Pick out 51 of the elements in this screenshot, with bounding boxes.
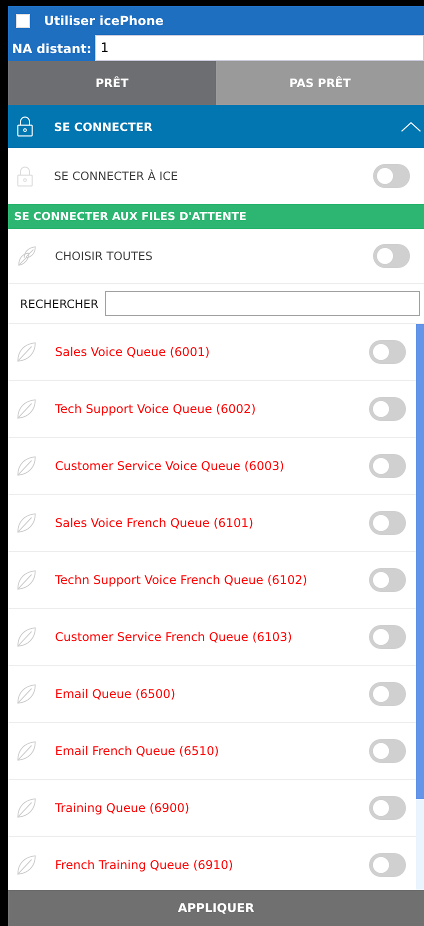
toggle-switch[interactable] <box>369 454 406 478</box>
queue-name: Sales Voice Queue (6001) <box>55 345 211 359</box>
input-field[interactable]: 1 <box>95 35 424 61</box>
field-label: RECHERCHER <box>20 296 99 310</box>
row-label: CHOISIR TOUTES <box>55 249 154 263</box>
queue-name: Training Queue (6900) <box>55 801 190 815</box>
checkbox-label: Utiliser icePhone <box>44 13 164 28</box>
scrollbar-thumb[interactable] <box>416 324 424 799</box>
leaf-icon <box>16 683 38 705</box>
section-title: SE CONNECTER <box>54 120 154 134</box>
field-label: NA distant: <box>11 40 92 58</box>
toggle-switch[interactable] <box>369 568 406 592</box>
queue-name: Techn Support Voice French Queue (6102) <box>55 573 308 587</box>
section-header[interactable]: SE CONNECTER <box>8 105 424 148</box>
leaf-icon <box>16 854 38 876</box>
queue-name: Customer Service Voice Queue (6003) <box>55 459 286 473</box>
queue-name: Email Queue (6500) <box>55 687 176 701</box>
queue-name: Customer Service French Queue (6103) <box>55 630 294 644</box>
search-field[interactable] <box>104 291 420 316</box>
apply-button[interactable]: APPLIQUER <box>8 890 424 926</box>
toggle-switch[interactable] <box>369 739 406 763</box>
queue-name: Sales Voice French Queue (6101) <box>55 516 254 530</box>
toggle-switch[interactable] <box>369 682 406 706</box>
checkbox[interactable] <box>16 14 30 28</box>
toggle-switch[interactable] <box>369 625 406 649</box>
toggle-switch[interactable] <box>369 796 406 820</box>
leaf-icon <box>16 569 38 591</box>
row-label: SE CONNECTER À ICE <box>54 169 179 183</box>
leaves-icon <box>16 245 38 267</box>
tab[interactable]: PRÊT <box>8 61 216 105</box>
toggle-switch[interactable] <box>373 244 410 268</box>
scrollbar[interactable] <box>416 324 424 890</box>
section-banner: SE CONNECTER AUX FILES D'ATTENTE <box>8 204 424 229</box>
toggle-switch[interactable] <box>369 853 406 877</box>
toggle-switch[interactable] <box>369 340 406 364</box>
toggle-switch[interactable] <box>369 397 406 421</box>
leaf-icon <box>16 740 38 762</box>
toggle-switch[interactable] <box>373 164 410 188</box>
toggle-switch[interactable] <box>369 511 406 535</box>
lock-icon <box>16 116 34 137</box>
tab[interactable]: PAS PRÊT <box>216 61 424 105</box>
lock-icon <box>16 166 34 186</box>
queue-name: Email French Queue (6510) <box>55 744 220 758</box>
queue-name: French Training Queue (6910) <box>55 858 234 872</box>
leaf-icon <box>16 398 38 420</box>
leaf-icon <box>16 455 38 477</box>
leaf-icon <box>16 512 38 534</box>
queue-name: Tech Support Voice Queue (6002) <box>55 402 257 416</box>
leaf-icon <box>16 626 38 648</box>
leaf-icon <box>16 797 38 819</box>
leaf-icon <box>16 341 38 363</box>
